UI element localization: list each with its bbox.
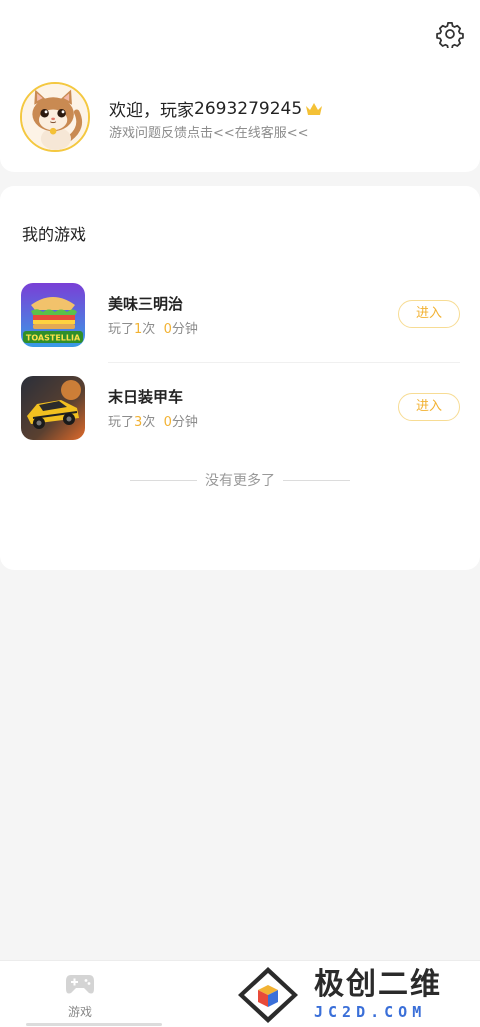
stats-prefix: 玩了 [108, 415, 135, 430]
minutes-unit: 分钟 [171, 415, 198, 430]
no-more-text: 没有更多了 [205, 473, 275, 489]
game-icon-logo-text: TOASTELLIA [26, 334, 81, 343]
divider-line [283, 479, 350, 481]
watermark-logo: 极创二维 JC2D.COM [232, 963, 480, 1027]
game-name: 美味三明治 [108, 295, 184, 313]
play-minutes: 0 [163, 415, 172, 430]
tab-game-label: 游戏 [67, 1005, 92, 1019]
count-unit: 次 [142, 415, 156, 430]
player-id: 2693279245 [194, 98, 303, 119]
list-divider [108, 362, 460, 363]
watermark-cube-icon [238, 967, 298, 1023]
game-icon-sandwich: TOASTELLIA [21, 283, 85, 347]
game-stats: 玩了1次 0分钟 [108, 318, 198, 337]
play-minutes: 0 [163, 322, 172, 337]
enter-game-button[interactable]: 进入 [398, 393, 460, 421]
minutes-unit: 分钟 [171, 322, 198, 337]
game-item[interactable]: 末日装甲车 玩了3次 0分钟 进入 [0, 376, 480, 456]
welcome-prefix: 欢迎，玩家 [109, 101, 194, 121]
gear-icon[interactable] [436, 20, 464, 48]
enter-game-button[interactable]: 进入 [398, 300, 460, 328]
divider-line [130, 479, 197, 481]
section-title: 我的游戏 [22, 225, 87, 244]
cat-avatar-image [22, 84, 88, 150]
stats-prefix: 玩了 [108, 322, 135, 337]
no-more-indicator: 没有更多了 [130, 470, 350, 490]
watermark-en: JC2D.COM [314, 1003, 427, 1021]
crown-icon [306, 102, 323, 115]
game-name: 末日装甲车 [108, 388, 184, 406]
gamepad-icon [66, 975, 94, 994]
tab-game[interactable]: 游戏 [52, 971, 108, 1023]
my-games-card: 我的游戏 TOASTELLIA 美味三明治 玩了1次 0分钟 进入 末日装甲车 … [0, 186, 480, 570]
game-item[interactable]: TOASTELLIA 美味三明治 玩了1次 0分钟 进入 [0, 283, 480, 363]
watermark-cn: 极创二维 [314, 967, 442, 1002]
profile-header: 欢迎，玩家 2693279245 游戏问题反馈点击<<在线客服<< [0, 0, 480, 172]
game-icon-armored-car [21, 376, 85, 440]
count-unit: 次 [142, 322, 156, 337]
feedback-link[interactable]: 游戏问题反馈点击<<在线客服<< [109, 122, 309, 141]
tab-indicator [26, 1023, 162, 1026]
welcome-text: 欢迎，玩家 2693279245 [109, 96, 323, 121]
avatar[interactable] [20, 82, 90, 152]
game-stats: 玩了3次 0分钟 [108, 411, 198, 430]
